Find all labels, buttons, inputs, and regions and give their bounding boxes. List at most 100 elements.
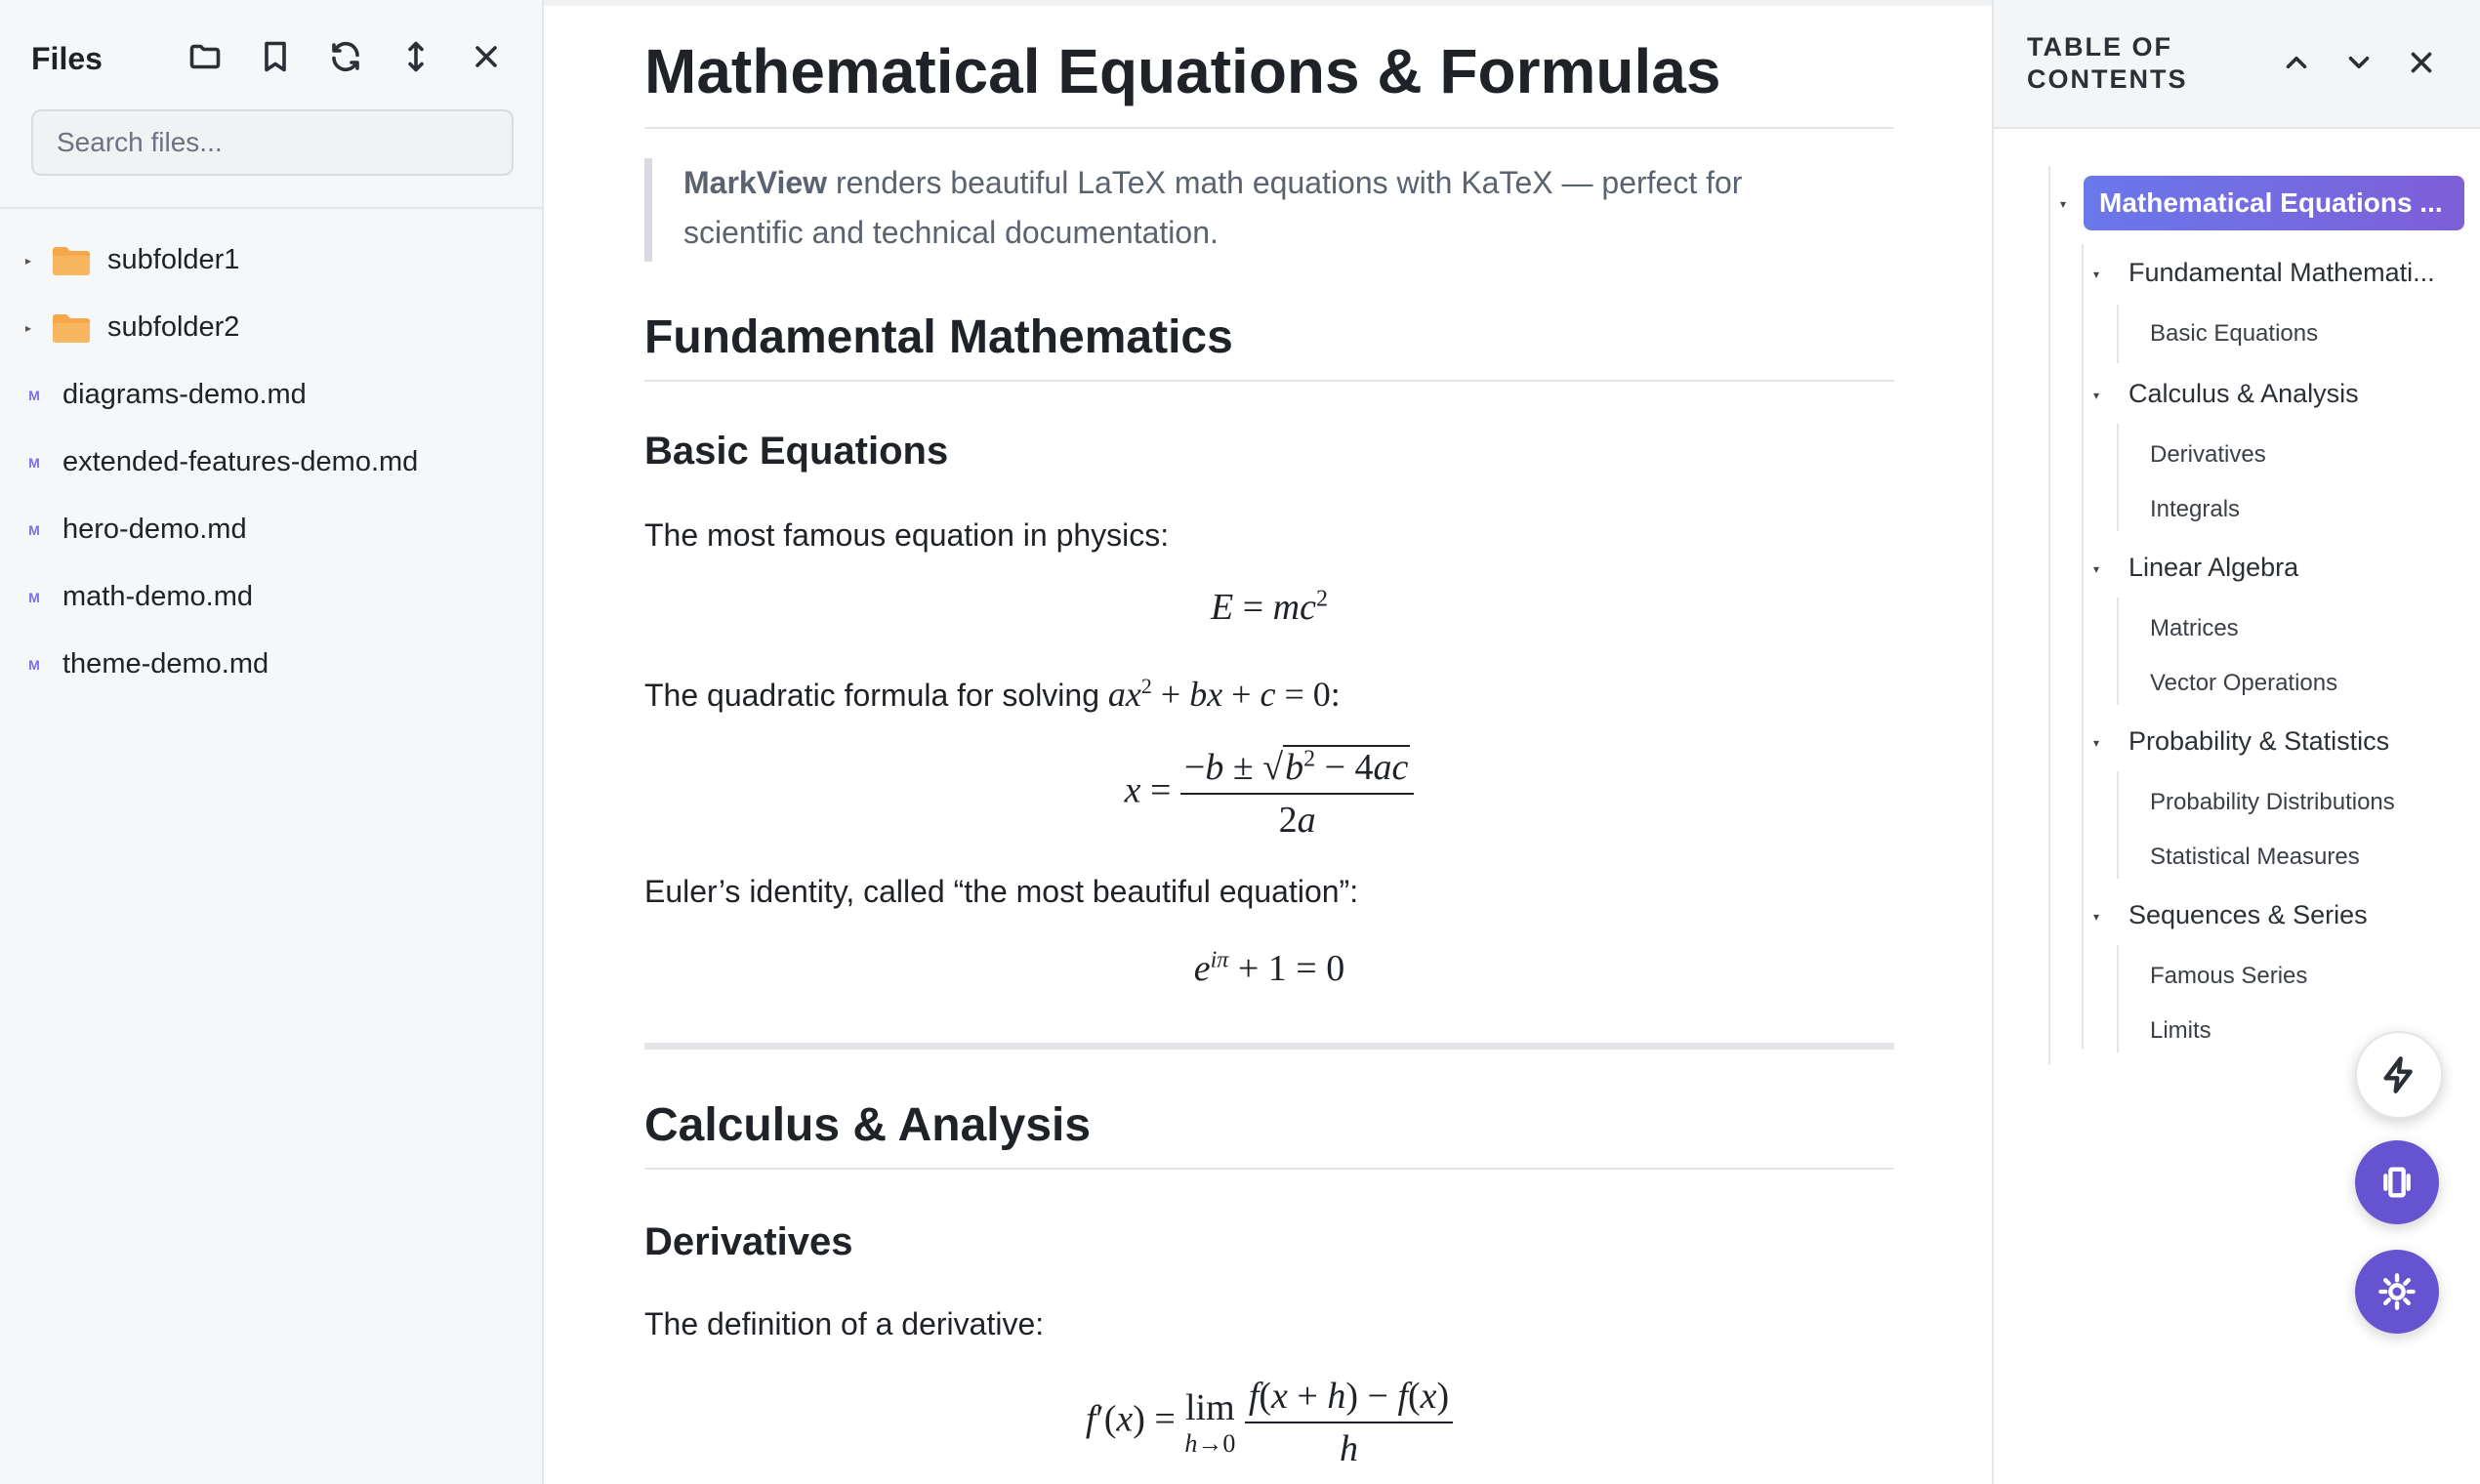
intro-blockquote: MarkView renders beautiful LaTeX math eq… — [644, 158, 1884, 262]
toc-title-line: TABLE OF — [2027, 32, 2172, 62]
equation-quadratic: x = −b ± √b2 − 4ac 2a — [644, 745, 1894, 842]
file-label: theme-demo.md — [62, 648, 269, 680]
toc-subitem[interactable]: Matrices — [2150, 615, 2239, 642]
vertical-arrows-icon — [408, 41, 424, 72]
collapse-arrow-icon[interactable]: ▾ — [2093, 562, 2099, 576]
toc-prev-button[interactable] — [2275, 41, 2318, 84]
heading-derivatives: Derivatives — [644, 1220, 853, 1263]
toc-subitem[interactable]: Integrals — [2150, 496, 2240, 523]
markdown-file-icon: M — [28, 454, 40, 471]
folder-icon — [53, 246, 90, 275]
expand-arrow-icon[interactable]: ▸ — [25, 254, 35, 268]
horizontal-rule — [644, 1043, 1894, 1050]
file-label: extended-features-demo.md — [62, 446, 419, 477]
toc-item[interactable]: Linear Algebra — [2129, 553, 2298, 583]
collapse-arrow-icon[interactable]: ▾ — [2060, 197, 2066, 211]
toc-subitem[interactable]: Derivatives — [2150, 441, 2266, 469]
page-width-icon — [2383, 1167, 2411, 1198]
paragraph: Euler’s identity, called “the most beaut… — [644, 874, 1359, 909]
toc-header: TABLE OF CONTENTS — [1994, 0, 2480, 129]
file-item[interactable]: M hero-demo.md — [0, 496, 542, 563]
folder-item[interactable]: ▸ subfolder1 — [0, 227, 542, 294]
collapse-arrow-icon[interactable]: ▾ — [2093, 736, 2099, 750]
toc-guide-line — [2117, 424, 2119, 531]
toc-subitem[interactable]: Statistical Measures — [2150, 844, 2360, 871]
expand-arrow-icon[interactable]: ▸ — [25, 321, 35, 335]
heading-basic-equations: Basic Equations — [644, 430, 949, 473]
sidebar-header: Files — [0, 0, 542, 209]
folder-icon — [189, 44, 221, 69]
collapse-arrow-icon[interactable]: ▾ — [2093, 389, 2099, 402]
toc-guide-line — [2082, 244, 2084, 1049]
file-item[interactable]: M theme-demo.md — [0, 631, 542, 698]
toc-subitem[interactable]: Limits — [2150, 1017, 2211, 1045]
refresh-button[interactable] — [324, 35, 367, 78]
intro-bold: MarkView — [683, 165, 828, 200]
toc-tree: ▾ Mathematical Equations ... ▾ Fundament… — [2011, 158, 2470, 1064]
file-sidebar: Files ▸ subfolder1 ▸ — [0, 0, 544, 1484]
sidebar-toolbar — [184, 35, 508, 78]
open-folder-button[interactable] — [184, 35, 227, 78]
close-icon — [475, 46, 497, 67]
expand-collapse-button[interactable] — [394, 35, 437, 78]
search-files-input[interactable] — [31, 109, 514, 176]
toc-item[interactable]: Sequences & Series — [2129, 900, 2368, 930]
toc-title: TABLE OF CONTENTS — [2027, 31, 2222, 96]
toc-guide-line — [2117, 598, 2119, 705]
toc-subitem[interactable]: Basic Equations — [2150, 320, 2318, 348]
toc-next-button[interactable] — [2337, 41, 2380, 84]
close-sidebar-button[interactable] — [465, 35, 508, 78]
toc-subitem[interactable]: Famous Series — [2150, 963, 2307, 990]
markdown-file-icon: M — [28, 387, 40, 403]
toc-guide-line — [2048, 166, 2050, 1064]
inline-math: ax2 + bx + c = 0: — [1107, 674, 1341, 714]
page-title: Mathematical Equations & Formulas — [644, 35, 1894, 129]
heading-calculus: Calculus & Analysis — [644, 1098, 1894, 1170]
toc-title-line: CONTENTS — [2027, 64, 2188, 94]
file-tree: ▸ subfolder1 ▸ subfolder2 M diagrams-dem… — [0, 227, 542, 698]
collapse-arrow-icon[interactable]: ▾ — [2093, 910, 2099, 924]
folder-item[interactable]: ▸ subfolder2 — [0, 294, 542, 361]
chevron-down-icon — [2348, 56, 2370, 69]
sun-icon — [2378, 1273, 2416, 1310]
equation-derivative: f′(x) = lim h→0 f(x + h) − f(x) h — [644, 1375, 1894, 1470]
folder-label: subfolder1 — [107, 244, 240, 275]
equation-emc2: E = mc2 — [1211, 586, 1328, 628]
toc-subitem[interactable]: Probability Distributions — [2150, 789, 2395, 816]
file-label: hero-demo.md — [62, 514, 247, 545]
markdown-file-icon: M — [28, 521, 40, 538]
toc-item[interactable]: Fundamental Mathemati... — [2129, 258, 2435, 288]
file-item[interactable]: M diagrams-demo.md — [0, 361, 542, 429]
file-label: math-demo.md — [62, 581, 254, 612]
theme-toggle-button[interactable] — [2355, 1250, 2439, 1334]
file-label: diagrams-demo.md — [62, 379, 307, 410]
toc-guide-line — [2117, 945, 2119, 1052]
toc-close-button[interactable] — [2400, 41, 2443, 84]
markdown-file-icon: M — [28, 656, 40, 673]
intro-text: renders beautiful LaTeX math equations w… — [827, 165, 1743, 200]
toc-subitem[interactable]: Vector Operations — [2150, 670, 2337, 697]
toc-item[interactable]: Probability & Statistics — [2129, 726, 2389, 757]
toc-controls — [2275, 41, 2443, 84]
toc-guide-line — [2117, 305, 2119, 363]
paragraph-text: The quadratic formula for solving — [644, 678, 1099, 713]
paragraph: The most famous equation in physics: — [644, 517, 1170, 553]
intro-text: scientific and technical documentation. — [683, 215, 1219, 250]
layout-toggle-button[interactable] — [2355, 1140, 2439, 1224]
bookmark-icon — [265, 41, 286, 72]
toc-item[interactable]: Calculus & Analysis — [2129, 379, 2359, 409]
paragraph: The quadratic formula for solving ax2 + … — [644, 674, 1341, 715]
bookmark-button[interactable] — [254, 35, 297, 78]
folder-icon — [53, 313, 90, 343]
close-icon — [2411, 52, 2432, 73]
file-item[interactable]: M math-demo.md — [0, 563, 542, 631]
folder-label: subfolder2 — [107, 311, 240, 343]
heading-fundamental: Fundamental Mathematics — [644, 310, 1894, 382]
quick-actions-button[interactable] — [2355, 1031, 2443, 1119]
markdown-file-icon: M — [28, 589, 40, 605]
toc-item-active[interactable]: Mathematical Equations ... — [2084, 176, 2464, 230]
file-item[interactable]: M extended-features-demo.md — [0, 429, 542, 496]
document-view[interactable]: Mathematical Equations & Formulas MarkVi… — [544, 0, 1992, 1484]
lightning-icon — [2383, 1056, 2413, 1093]
collapse-arrow-icon[interactable]: ▾ — [2093, 268, 2099, 281]
